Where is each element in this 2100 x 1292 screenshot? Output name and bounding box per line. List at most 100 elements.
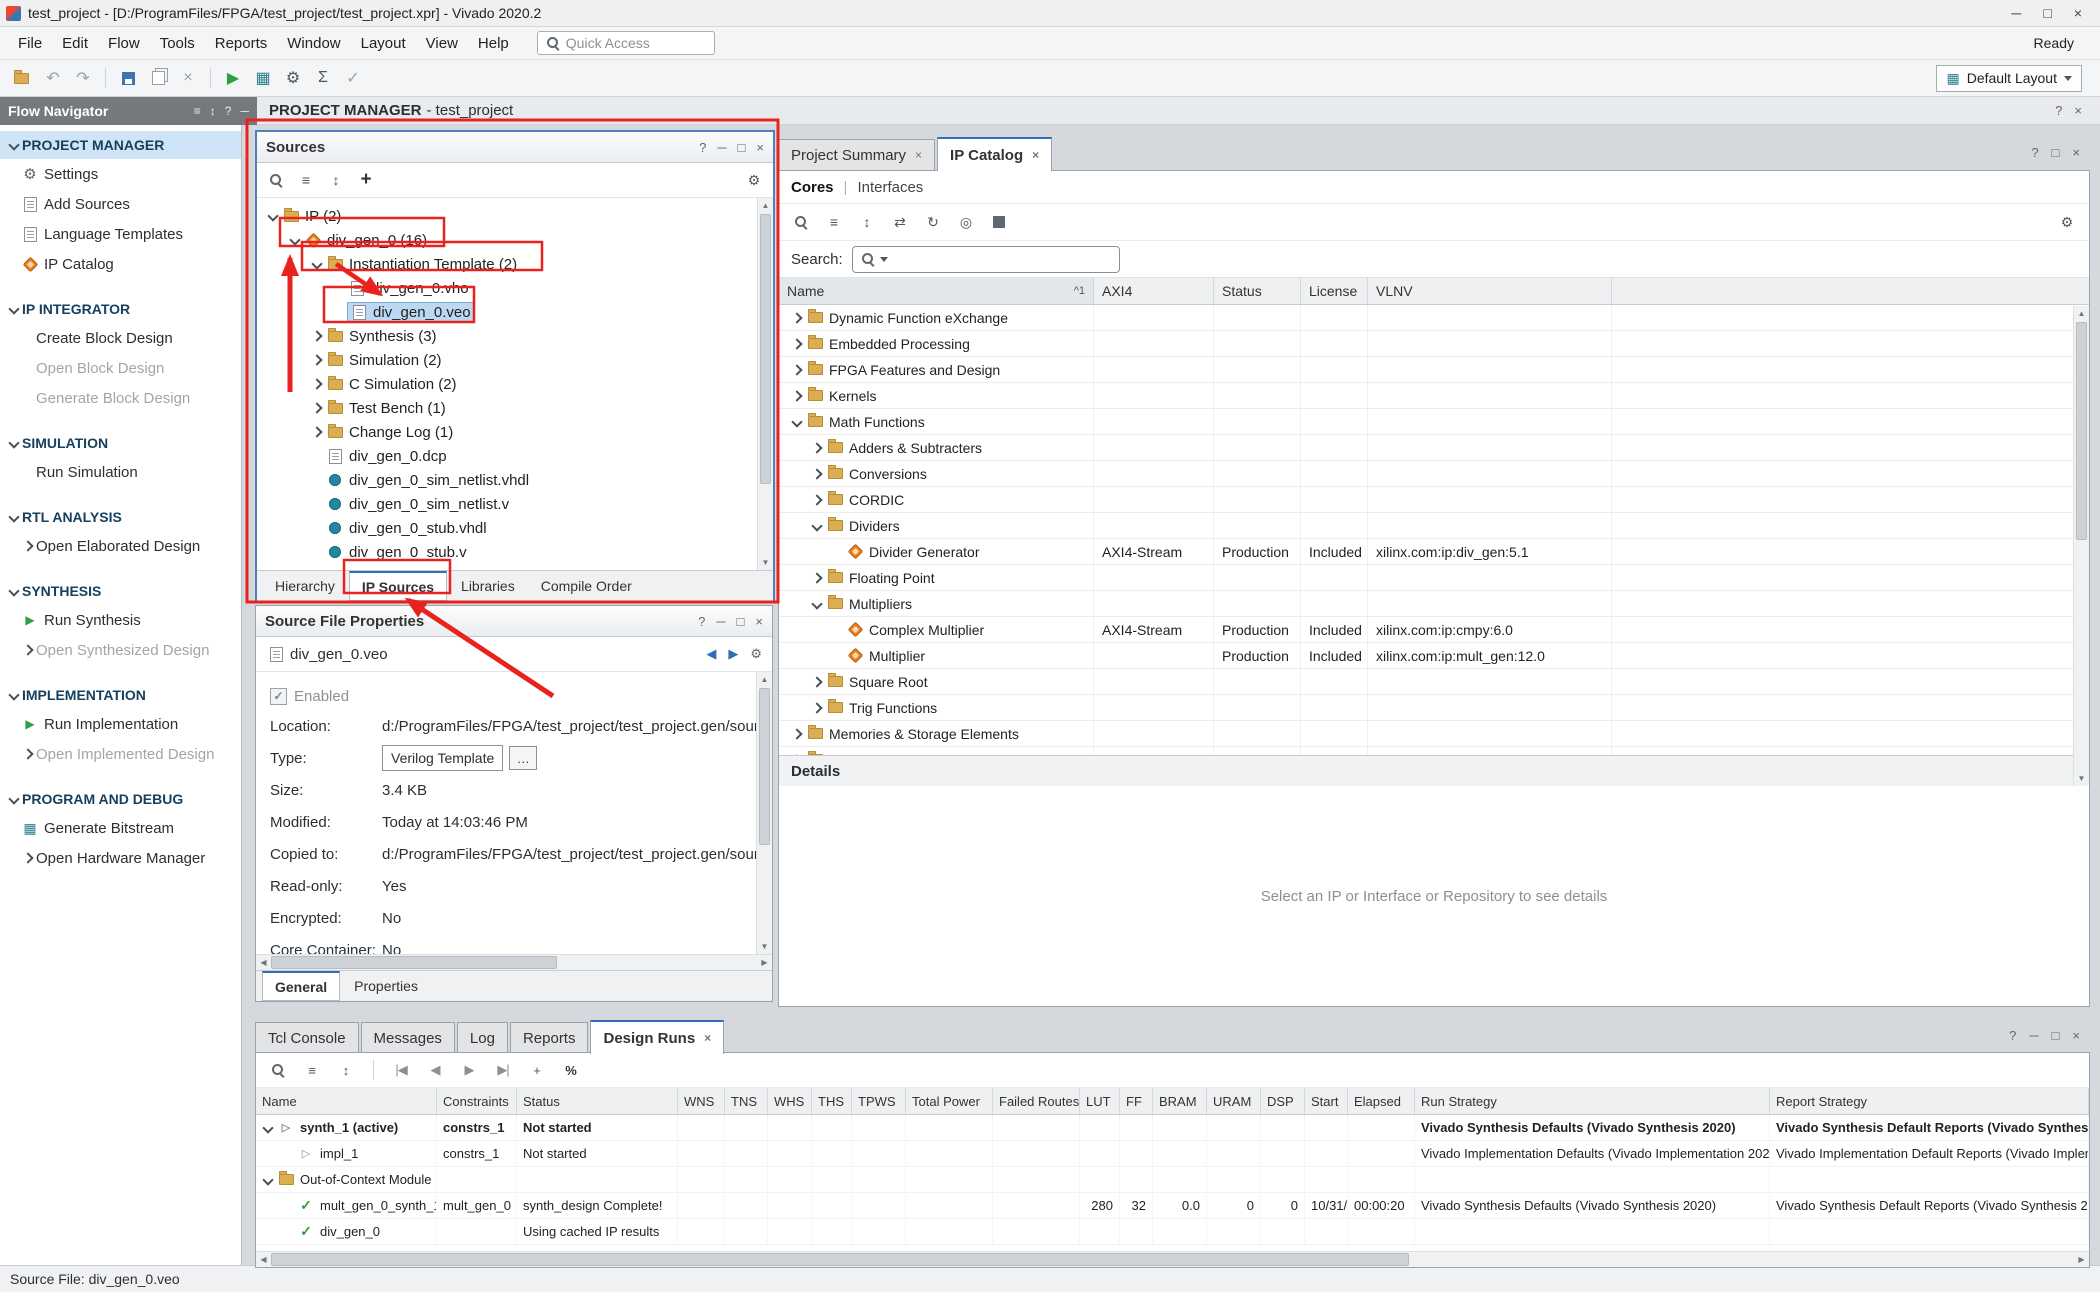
source-tree-item-instantiation-template-2[interactable]: Instantiation Template (2) <box>257 252 773 276</box>
column-header-run-strategy[interactable]: Run Strategy <box>1415 1088 1770 1114</box>
chevron-down-icon[interactable] <box>6 301 22 317</box>
column-header-ths[interactable]: THS <box>812 1088 852 1114</box>
sidebar-item-open-hardware-manager[interactable]: Open Hardware Manager <box>0 843 241 873</box>
chevron-right-icon[interactable] <box>309 400 325 416</box>
close-button[interactable]: × <box>2074 5 2082 21</box>
percentage-icon[interactable]: % <box>559 1058 583 1082</box>
add-sources-icon[interactable]: + <box>355 169 377 191</box>
catalog-row-kernels[interactable]: Kernels <box>779 383 2089 409</box>
source-tree-item-c-simulation-2[interactable]: C Simulation (2) <box>257 372 773 396</box>
column-header-name[interactable]: Name <box>256 1088 437 1114</box>
design-run-row-impl-1[interactable]: ▷impl_1constrs_1Not startedVivado Implem… <box>256 1141 2089 1167</box>
chevron-right-icon[interactable] <box>20 538 36 554</box>
source-tree-item-div-gen-0-vho[interactable]: div_gen_0.vho <box>257 276 773 300</box>
run-flow-icon[interactable]: ▶ <box>220 65 246 91</box>
tab-tcl-console[interactable]: Tcl Console <box>255 1022 359 1053</box>
chevron-right-icon[interactable] <box>809 492 825 508</box>
catalog-row-trig-functions[interactable]: Trig Functions <box>779 695 2089 721</box>
search-icon[interactable] <box>266 1058 290 1082</box>
float-panel-icon[interactable]: □ <box>2052 145 2060 160</box>
sources-tab-compile-order[interactable]: Compile Order <box>529 571 644 601</box>
sources-vertical-scrollbar[interactable]: ▲ ▼ <box>757 198 773 570</box>
source-tree-item-ip-2[interactable]: IP (2) <box>257 204 773 228</box>
close-icon[interactable]: × <box>915 148 922 162</box>
catalog-row-memories-storage-elements[interactable]: Memories & Storage Elements <box>779 721 2089 747</box>
catalog-row-math-functions[interactable]: Math Functions <box>779 409 2089 435</box>
delete-icon[interactable]: × <box>175 65 201 91</box>
collapse-all-icon[interactable]: ≡ <box>295 169 317 191</box>
column-header-lut[interactable]: LUT <box>1080 1088 1120 1114</box>
catalog-vertical-scrollbar[interactable]: ▲ ▼ <box>2073 306 2089 786</box>
design-run-row-div-gen-0[interactable]: ✓div_gen_0Using cached IP results <box>256 1219 2089 1245</box>
scrollbar-thumb[interactable] <box>759 688 770 845</box>
close-panel-icon[interactable]: × <box>755 614 763 629</box>
menu-layout[interactable]: Layout <box>351 31 416 56</box>
sources-tab-libraries[interactable]: Libraries <box>449 571 527 601</box>
sum-icon[interactable]: Σ <box>310 65 336 91</box>
chevron-right-icon[interactable] <box>20 642 36 658</box>
source-tree-item-div-gen-0-16[interactable]: div_gen_0 (16) <box>257 228 773 252</box>
tab-messages[interactable]: Messages <box>361 1022 455 1053</box>
search-icon[interactable] <box>789 210 813 234</box>
flownav-section-simulation[interactable]: SIMULATION <box>0 429 241 457</box>
sidebar-item-open-elaborated-design[interactable]: Open Elaborated Design <box>0 531 241 561</box>
float-panel-icon[interactable]: □ <box>737 614 745 629</box>
catalog-row-divider-generator[interactable]: Divider GeneratorAXI4-StreamProductionIn… <box>779 539 2089 565</box>
catalog-row-complex-multiplier[interactable]: Complex MultiplierAXI4-StreamProductionI… <box>779 617 2089 643</box>
menu-flow[interactable]: Flow <box>98 31 150 56</box>
close-panel-icon[interactable]: × <box>2072 1028 2080 1043</box>
catalog-row-square-root[interactable]: Square Root <box>779 669 2089 695</box>
sidebar-item-generate-bitstream[interactable]: ▦Generate Bitstream <box>0 813 241 843</box>
column-header-tns[interactable]: TNS <box>725 1088 768 1114</box>
minimize-panel-icon[interactable]: ─ <box>240 104 249 118</box>
sidebar-item-add-sources[interactable]: Add Sources <box>0 189 241 219</box>
menu-view[interactable]: View <box>416 31 468 56</box>
column-header-wns[interactable]: WNS <box>678 1088 725 1114</box>
source-tree-item-change-log-1[interactable]: Change Log (1) <box>257 420 773 444</box>
validate-icon[interactable]: ✓ <box>340 65 366 91</box>
tab-project-summary[interactable]: Project Summary× <box>778 139 935 170</box>
tab-design-runs[interactable]: Design Runs× <box>590 1020 724 1054</box>
save-icon[interactable] <box>115 65 141 91</box>
source-tree-item-div-gen-0-stub-v[interactable]: div_gen_0_stub.v <box>257 540 773 564</box>
sidebar-item-run-simulation[interactable]: Run Simulation <box>0 457 241 487</box>
chevron-right-icon[interactable] <box>789 726 805 742</box>
chevron-down-icon[interactable] <box>6 583 22 599</box>
sidebar-item-settings[interactable]: ⚙Settings <box>0 159 241 189</box>
column-header-status[interactable]: Status <box>1214 278 1301 304</box>
scrollbar-thumb[interactable] <box>2076 322 2087 540</box>
column-header-failed-routes[interactable]: Failed Routes <box>993 1088 1080 1114</box>
collapse-all-icon[interactable]: ≡ <box>822 210 846 234</box>
gear-icon[interactable]: ⚙ <box>743 169 765 191</box>
scroll-up-icon[interactable]: ▲ <box>757 672 772 687</box>
scrollbar-thumb[interactable] <box>760 214 771 484</box>
column-header-bram[interactable]: BRAM <box>1153 1088 1207 1114</box>
flownav-section-program-and-debug[interactable]: PROGRAM AND DEBUG <box>0 785 241 813</box>
help-icon[interactable]: ? <box>2031 145 2038 160</box>
scroll-left-icon[interactable]: ◀ <box>256 1252 271 1267</box>
source-tree-item-div-gen-0-stub-vhdl[interactable]: div_gen_0_stub.vhdl <box>257 516 773 540</box>
catalog-row-dynamic-function-exchange[interactable]: Dynamic Function eXchange <box>779 305 2089 331</box>
menu-edit[interactable]: Edit <box>52 31 98 56</box>
enabled-checkbox[interactable]: ✓ <box>270 688 287 705</box>
properties-tab-properties[interactable]: Properties <box>342 971 430 1001</box>
quick-access-search[interactable]: Quick Access <box>537 31 715 55</box>
create-run-icon[interactable]: + <box>525 1058 549 1082</box>
scrollbar-thumb[interactable] <box>271 956 557 969</box>
column-header-license[interactable]: License <box>1301 278 1368 304</box>
refresh-icon[interactable]: ↻ <box>921 210 945 234</box>
run-selected-icon[interactable]: ▶ <box>457 1058 481 1082</box>
menu-tools[interactable]: Tools <box>150 31 205 56</box>
scrollbar-thumb[interactable] <box>271 1253 1409 1266</box>
open-project-icon[interactable] <box>10 65 36 91</box>
sidebar-item-create-block-design[interactable]: Create Block Design <box>0 323 241 353</box>
back-icon[interactable]: ◀ <box>706 646 716 662</box>
column-header-start[interactable]: Start <box>1305 1088 1348 1114</box>
tab-ip-catalog[interactable]: IP Catalog× <box>937 137 1052 171</box>
menu-window[interactable]: Window <box>277 31 350 56</box>
redo-icon[interactable]: ↷ <box>70 65 96 91</box>
float-panel-icon[interactable]: □ <box>738 140 746 155</box>
chevron-down-icon[interactable] <box>265 208 281 224</box>
flownav-section-rtl-analysis[interactable]: RTL ANALYSIS <box>0 503 241 531</box>
sidebar-item-run-synthesis[interactable]: ▶Run Synthesis <box>0 605 241 635</box>
